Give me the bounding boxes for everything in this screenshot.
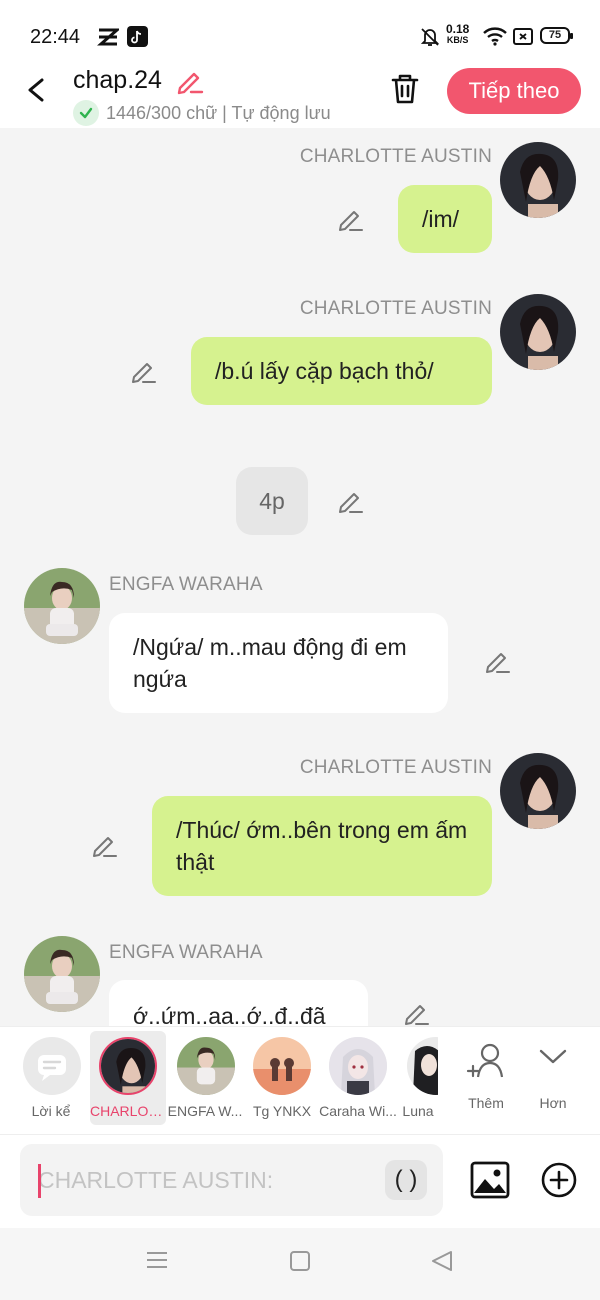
add-character-label: Thêm [468,1095,504,1111]
next-button[interactable]: Tiếp theo [447,68,581,114]
sender-name: ENGFA WARAHA [109,942,263,963]
avatar-luna [407,1037,438,1095]
back-arrow-icon[interactable] [22,72,52,108]
speed-value: 0.18 [446,22,470,36]
message-bubble[interactable]: ớ..ứm..aa..ớ..đ..đã [109,980,368,1026]
more-label: Hơn [539,1095,567,1111]
sender-name: CHARLOTTE AUSTIN [299,298,492,319]
word-count-text: 1446/300 chữ | Tự động lưu [106,102,331,123]
message-bubble[interactable]: /Thúc/ ớm..bên trong em ấm thật [152,796,492,896]
edit-message-icon[interactable] [336,206,364,234]
chapter-title: chap.24 [73,66,162,94]
menu-icon[interactable] [146,1250,168,1270]
status-bar: 22:44 0.18 KB/S 75 [0,0,600,62]
edit-message-icon[interactable] [336,488,364,516]
character-label: ENGFA W... [167,1103,243,1119]
character-label: Caraha Wi... [319,1103,397,1119]
character-charlotte[interactable]: CHARLOT... [90,1027,166,1127]
character-label: Luna [402,1103,434,1119]
avatar-caraha [329,1037,387,1095]
avatar-charlotte[interactable] [500,753,576,829]
sender-name: CHARLOTTE AUSTIN [299,757,492,778]
speed-unit: KB/S [446,35,469,45]
narration-bubble[interactable]: 4p [236,467,308,535]
character-engfa[interactable]: ENGFA W... [166,1027,244,1127]
editor-header: chap.24 1446/300 chữ | Tự động lưu Tiếp … [0,62,600,128]
wifi-icon [483,27,507,46]
sender-name: CHARLOTTE AUSTIN [299,146,492,167]
mute-bell-icon [421,28,439,46]
home-icon[interactable] [289,1250,311,1272]
edit-message-icon[interactable] [483,648,511,676]
message-input[interactable] [20,1144,443,1216]
edit-message-icon[interactable] [129,358,157,386]
edit-title-icon[interactable] [174,66,204,96]
message-input-bar: ( ) [0,1134,600,1228]
character-label: Lời kể [31,1103,71,1119]
edit-message-icon[interactable] [90,832,118,860]
avatar-charlotte [99,1037,157,1095]
character-caraha[interactable]: Caraha Wi... [318,1027,398,1127]
message-bubble[interactable]: /im/ [398,185,492,253]
character-label: CHARLOT... [90,1103,166,1119]
add-circle-icon[interactable] [541,1162,577,1198]
avatar-charlotte[interactable] [500,142,576,218]
saved-check-icon [73,100,99,126]
word-count-status: 1446/300 chữ | Tự động lưu [73,100,331,126]
narration-icon [23,1037,81,1095]
more-button[interactable]: Hơn [522,1027,584,1127]
network-speed: 0.18 KB/S [446,22,470,46]
character-label: Tg YNKX [252,1103,312,1119]
image-icon[interactable] [470,1161,510,1199]
chat-area: CHARLOTTE AUSTIN /im/ CHARLOTTE AUSTIN /… [0,128,600,1026]
chevron-down-icon [539,1049,567,1064]
message-bubble[interactable]: /Ngứa/ m..mau động đi em ngứa [109,613,448,713]
system-nav-bar [0,1228,600,1300]
avatar-engfa[interactable] [24,568,100,644]
character-narration[interactable]: Lời kể [14,1027,88,1127]
screen-record-icon [513,28,533,45]
sender-name: ENGFA WARAHA [109,574,263,595]
status-time: 22:44 [30,26,81,48]
avatar-engfa[interactable] [24,936,100,1012]
edit-message-icon[interactable] [402,1000,430,1026]
avatar-engfa [177,1037,235,1095]
parentheses-button[interactable]: ( ) [385,1160,427,1200]
capcut-icon [97,28,119,46]
battery-indicator: 75 [540,27,573,44]
back-triangle-icon[interactable] [430,1250,454,1272]
avatar-charlotte[interactable] [500,294,576,370]
text-caret [38,1164,41,1198]
add-character-button[interactable]: Thêm [450,1027,522,1127]
tiktok-icon [127,26,148,47]
trash-icon[interactable] [388,72,422,106]
message-bubble[interactable]: /b.ú lấy cặp bạch thỏ/ [191,337,492,405]
character-picker: Lời kể CHARLOT... ENGFA W... Tg YNKX Car… [0,1026,600,1134]
avatar-tg-ynkx [253,1037,311,1095]
character-tg-ynkx[interactable]: Tg YNKX [246,1027,318,1127]
character-luna[interactable]: Luna [398,1027,438,1127]
add-person-icon [466,1043,504,1078]
